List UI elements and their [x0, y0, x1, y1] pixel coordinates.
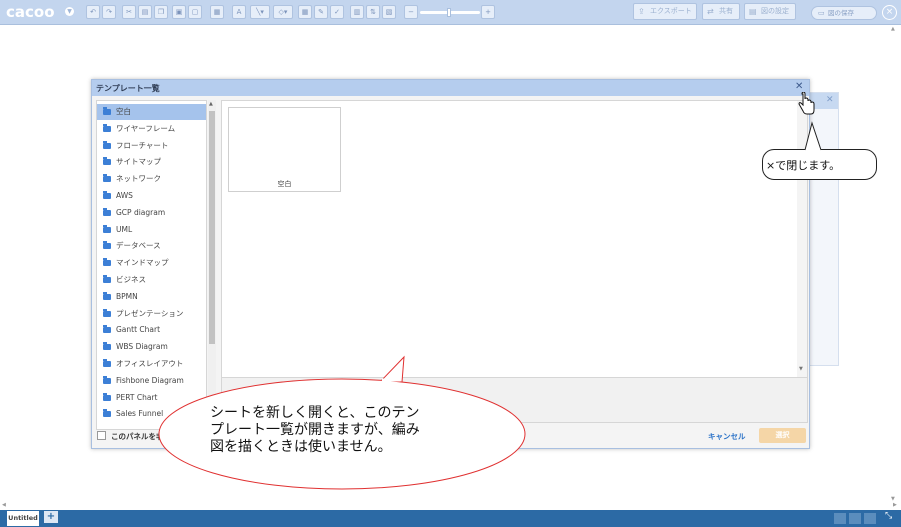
sheet-view-icon[interactable]: [849, 513, 861, 524]
sheet-bar: [0, 510, 901, 527]
scroll-left-icon[interactable]: ◀: [2, 502, 6, 508]
sheet-tab[interactable]: Untitled: [7, 511, 39, 526]
add-sheet-button[interactable]: +: [44, 511, 58, 523]
scroll-right-icon[interactable]: ▶: [893, 502, 897, 508]
close-hint-text: ×で閉じます。: [766, 159, 841, 172]
scroll-down-canvas-icon[interactable]: ▼: [891, 496, 895, 502]
sheet-list-icon[interactable]: [834, 513, 846, 524]
sheet-option-icon[interactable]: [864, 513, 876, 524]
close-hint-tail: [804, 121, 822, 151]
collapse-icon[interactable]: ⤡: [885, 511, 892, 521]
close-hint-tail-shape: [804, 121, 822, 151]
scroll-up-canvas-icon[interactable]: ▲: [891, 26, 895, 32]
